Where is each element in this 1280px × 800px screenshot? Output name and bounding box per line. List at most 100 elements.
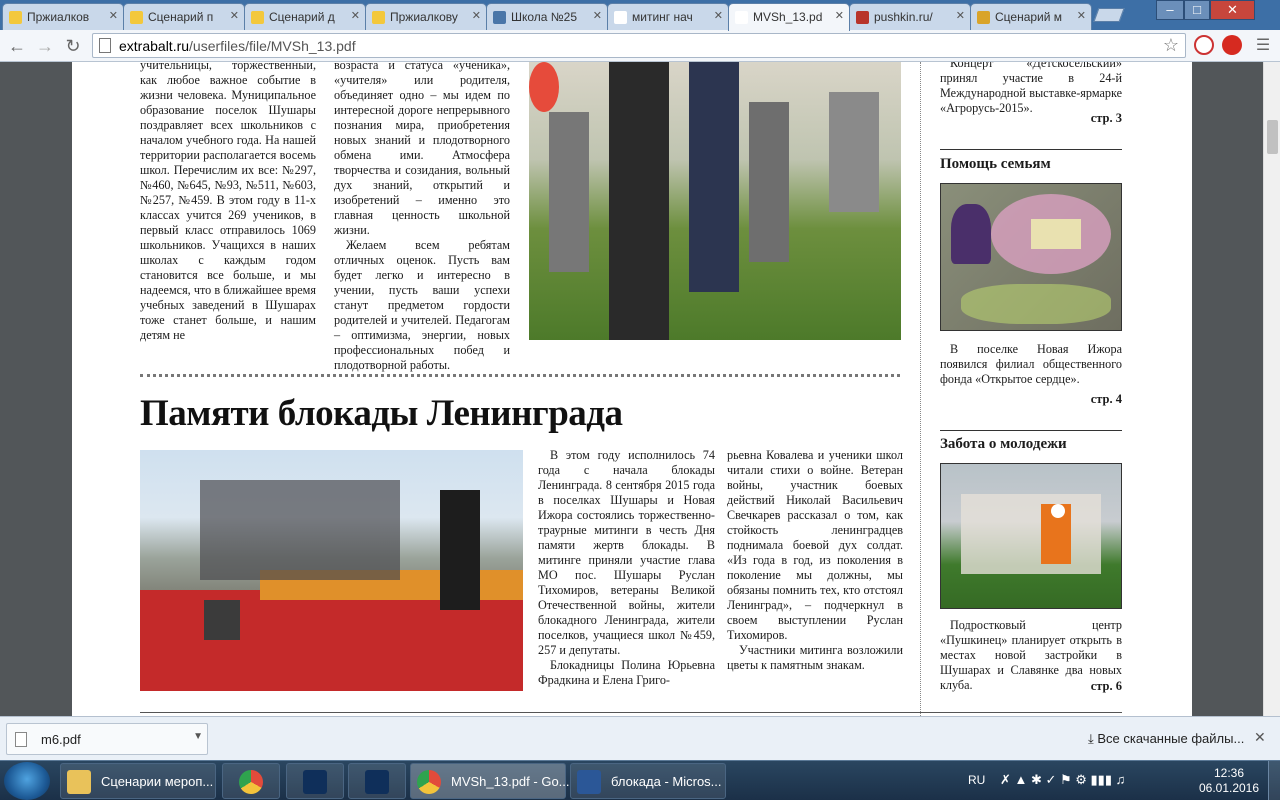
pdf-page: учительницы, торжественный, как любое ва… — [72, 62, 1192, 716]
clock-time: 12:36 — [1213, 766, 1245, 780]
show-all-downloads-link[interactable]: ⤓ Все скачанные файлы... — [1088, 731, 1244, 747]
blockade-col2-para2: Участники митинга возложили цветы к памя… — [727, 643, 903, 672]
tab-favicon-icon — [493, 11, 506, 24]
address-bar[interactable]: extrabalt.ru/userfiles/file/MVSh_13.pdf … — [92, 33, 1186, 58]
tab-close-icon[interactable]: ✕ — [109, 9, 118, 22]
article-column-1: учительницы, торжественный, как любое ва… — [140, 62, 316, 343]
page-ref-6: стр. 6 — [1090, 679, 1122, 693]
browser-tab[interactable]: Сценарий п ✕ — [123, 3, 245, 30]
sidebar-family-para: В поселке Новая Ижора появился филиал об… — [940, 342, 1122, 386]
bookmark-star-icon[interactable]: ☆ — [1163, 35, 1179, 56]
menu-icon[interactable]: ☰ — [1252, 35, 1274, 57]
close-download-bar-icon[interactable]: ✕ — [1254, 729, 1266, 746]
browser-tab[interactable]: Сценарий м ✕ — [970, 3, 1092, 30]
chrome-icon — [417, 770, 441, 794]
page-icon — [99, 38, 111, 53]
browser-tab[interactable]: Сценарий д ✕ — [244, 3, 366, 30]
youth-sports-photo — [940, 463, 1122, 609]
school-photo — [529, 62, 901, 340]
tab-label: Пржиалкову — [390, 10, 458, 24]
article-headline: Памяти блокады Ленинграда — [140, 393, 623, 434]
article-column-2: возраста и статуса «ученика», «учителя» … — [334, 62, 510, 373]
sidebar-title-youth: Забота о молодежи — [940, 436, 1067, 452]
chevron-down-icon[interactable]: ▼ — [193, 731, 203, 742]
taskbar-button[interactable]: Сценарии мероп... — [60, 763, 216, 799]
language-indicator[interactable]: RU — [968, 773, 985, 800]
tab-close-icon[interactable]: ✕ — [351, 9, 360, 22]
system-clock[interactable]: 12:36 06.01.2016 — [1196, 766, 1262, 796]
photoshop-icon — [365, 770, 389, 794]
tab-close-icon[interactable]: ✕ — [230, 9, 239, 22]
adblock-icon[interactable] — [1222, 35, 1242, 55]
taskbar-button[interactable]: MVSh_13.pdf - Go... — [410, 763, 570, 799]
taskbar-button-label: блокада - Micros... — [611, 774, 722, 789]
tab-close-icon[interactable]: ✕ — [593, 9, 602, 22]
show-all-label: Все скачанные файлы... — [1097, 731, 1245, 746]
browser-tab[interactable]: MVSh_13.pd ✕ — [728, 3, 850, 31]
pdf-viewer[interactable]: учительницы, торжественный, как любое ва… — [0, 62, 1280, 716]
browser-tab[interactable]: pushkin.ru/ ✕ — [849, 3, 971, 30]
browser-tab[interactable]: Пржиалкову ✕ — [365, 3, 487, 30]
tab-close-icon[interactable]: ✕ — [835, 9, 844, 22]
tab-close-icon[interactable]: ✕ — [714, 9, 723, 22]
section-divider — [140, 374, 900, 377]
folder-icon — [67, 770, 91, 794]
tab-strip: Пржиалков ✕ Сценарий п ✕ Сценарий д ✕ Пржиалко… — [0, 0, 1280, 31]
taskbar-button[interactable] — [286, 763, 344, 799]
browser-tab[interactable]: митинг нач ✕ — [607, 3, 729, 30]
tab-label: Пржиалков — [27, 10, 90, 24]
blockade-column-2: рьевна Ковалева и ученики школ читали ст… — [727, 448, 903, 673]
close-window-button[interactable]: ✕ — [1210, 0, 1255, 20]
minimize-button[interactable]: – — [1156, 0, 1184, 20]
tab-favicon-icon — [9, 11, 22, 24]
extension-icon[interactable] — [1194, 35, 1214, 55]
sidebar-family-text: В поселке Новая Ижора появился филиал об… — [940, 342, 1122, 387]
page-bottom-rule — [140, 712, 1122, 713]
show-desktop-button[interactable] — [1268, 761, 1280, 800]
back-icon[interactable]: ← — [6, 35, 28, 57]
new-tab-button[interactable] — [1093, 8, 1125, 22]
tab-favicon-icon — [735, 11, 748, 24]
browser-tab[interactable]: Пржиалков ✕ — [2, 3, 124, 30]
blockade-col1-para2: Блокадницы Полина Юрьевна Фрадкина и Еле… — [538, 658, 715, 687]
tab-close-icon[interactable]: ✕ — [956, 9, 965, 22]
tab-label: MVSh_13.pd — [753, 10, 823, 24]
page-ref-3: стр. 3 — [1090, 111, 1122, 125]
download-bar: m6.pdf ▼ ⤓ Все скачанные файлы... ✕ — [0, 716, 1280, 760]
taskbar-button[interactable]: блокада - Micros... — [570, 763, 726, 799]
forward-icon[interactable]: → — [34, 35, 56, 57]
taskbar-button[interactable] — [222, 763, 280, 799]
blockade-column-1: В этом году исполнилось 74 года с начала… — [538, 448, 715, 688]
sidebar-rule-2 — [940, 430, 1122, 431]
reload-icon[interactable]: ↻ — [62, 35, 84, 57]
vertical-scrollbar[interactable] — [1263, 62, 1280, 716]
url-path: /userfiles/file/MVSh_13.pdf — [189, 38, 356, 54]
tab-favicon-icon — [856, 11, 869, 24]
column-divider — [920, 62, 921, 716]
chrome-icon — [239, 770, 263, 794]
browser-tab[interactable]: Школа №25 ✕ — [486, 3, 608, 30]
tab-close-icon[interactable]: ✕ — [472, 9, 481, 22]
page-ref-4: стр. 4 — [1090, 392, 1122, 406]
tray-icons[interactable]: ✗ ▲ ✱ ✓ ⚑ ⚙ ▮▮▮ ♫ — [1000, 772, 1125, 800]
download-item[interactable]: m6.pdf ▼ — [6, 723, 208, 755]
sidebar-top-text: Концерт «Детскосельский» принял участие … — [940, 62, 1122, 116]
word-icon — [577, 770, 601, 794]
tab-label: Сценарий п — [148, 10, 214, 24]
windows-taskbar: Сценарии мероп... MVSh_13.pdf - Go... блок… — [0, 760, 1280, 800]
tab-label: pushkin.ru/ — [874, 10, 933, 24]
tab-favicon-icon — [372, 11, 385, 24]
article-col2-para1: возраста и статуса «ученика», «учителя» … — [334, 62, 510, 237]
start-button[interactable] — [4, 762, 50, 800]
photoshop-icon — [303, 770, 327, 794]
download-arrow-icon: ⤓ — [1088, 731, 1094, 746]
browser-toolbar: ← → ↻ extrabalt.ru/userfiles/file/MVSh_1… — [0, 30, 1280, 62]
blockade-col1-para1: В этом году исполнилось 74 года с начала… — [538, 448, 715, 657]
article-col1-text: учительницы, торжественный, как любое ва… — [140, 62, 316, 342]
taskbar-button[interactable] — [348, 763, 406, 799]
scrollbar-thumb[interactable] — [1267, 120, 1278, 154]
tab-label: Сценарий д — [269, 10, 335, 24]
maximize-button[interactable]: □ — [1184, 0, 1210, 20]
url-host: extrabalt.ru — [119, 38, 190, 54]
tab-close-icon[interactable]: ✕ — [1077, 9, 1086, 22]
